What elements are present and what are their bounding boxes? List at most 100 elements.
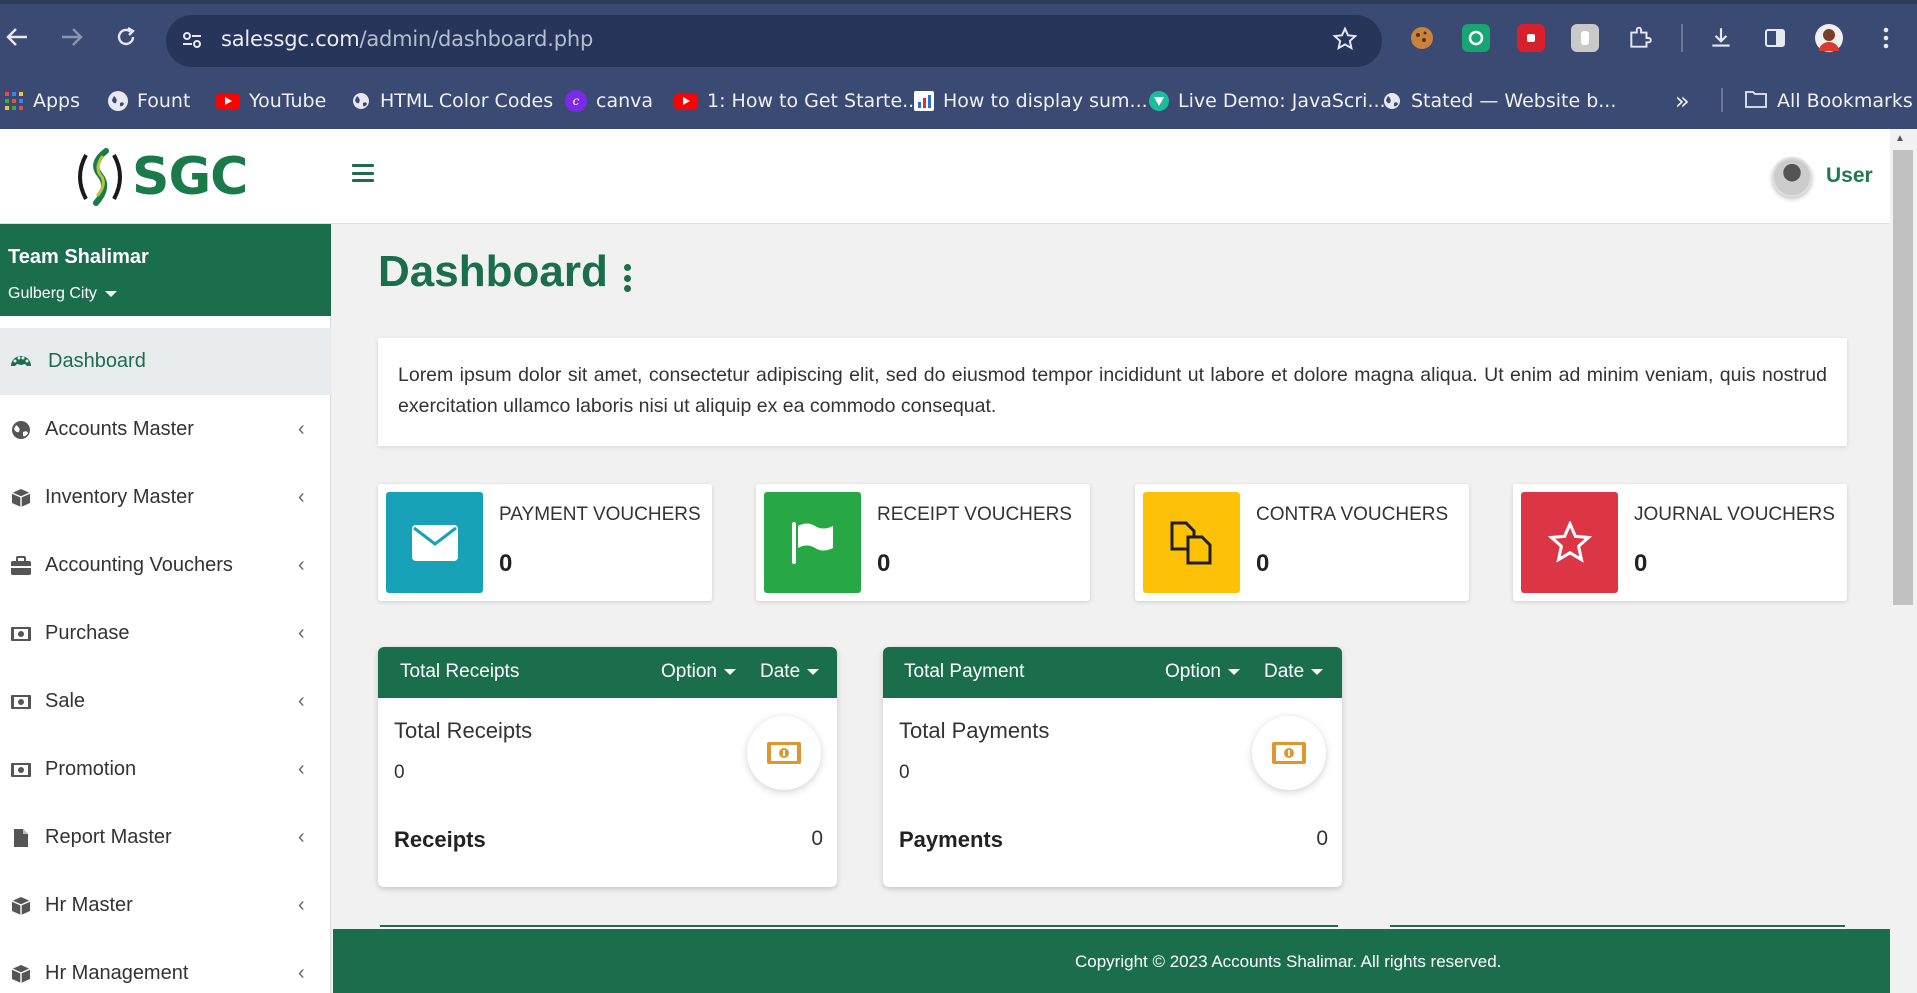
toolbar-divider — [1681, 24, 1683, 52]
option-label: Option — [661, 661, 717, 682]
bookmark-label: Live Demo: JavaScri... — [1178, 90, 1386, 112]
kebab-menu-icon[interactable] — [623, 264, 631, 292]
chevron-left-icon: ‹ — [298, 962, 305, 984]
sidebar-item-hr-management[interactable]: Hr Management ‹ — [0, 940, 331, 993]
scrollbar-thumb[interactable] — [1893, 150, 1913, 605]
url-path: /admin/dashboard.php — [359, 27, 594, 51]
site-settings-icon[interactable] — [180, 28, 204, 57]
bookmark-youtube[interactable]: YouTube — [216, 86, 326, 116]
all-bookmarks-button[interactable]: All Bookmarks — [1744, 86, 1913, 116]
card-footer-value: 0 — [1316, 827, 1328, 850]
date-dropdown[interactable]: Date — [1264, 661, 1324, 683]
page-title: Dashboard — [378, 247, 608, 296]
chevron-left-icon: ‹ — [298, 554, 305, 576]
caret-down-icon — [1227, 669, 1240, 675]
reload-icon[interactable] — [111, 22, 141, 52]
bookmark-label: 1: How to Get Starte... — [707, 90, 921, 112]
bookmark-how-to-display-sum[interactable]: How to display sum... — [914, 86, 1148, 116]
bookmark-label: canva — [596, 90, 654, 112]
url-text: salessgc.com/admin/dashboard.php — [221, 27, 593, 51]
bookmark-stated[interactable]: Stated — Website b... — [1382, 86, 1616, 116]
sidebar-item-sale[interactable]: Sale ‹ — [0, 668, 331, 735]
sidebar-item-purchase[interactable]: Purchase ‹ — [0, 600, 331, 667]
sgc-logo[interactable]: SGC — [72, 145, 248, 209]
card-footer-value: 0 — [811, 827, 823, 850]
download-icon[interactable] — [1707, 24, 1735, 52]
bookmark-how-to-get-started[interactable]: 1: How to Get Starte... — [674, 86, 920, 116]
scroll-up-arrow-icon[interactable]: ▲ — [1895, 133, 1905, 144]
bookmark-apps[interactable]: Apps — [4, 86, 80, 116]
record-extension-icon[interactable] — [1517, 24, 1545, 52]
cube-icon — [10, 487, 32, 509]
profile-avatar-icon[interactable] — [1815, 24, 1843, 52]
option-label: Option — [1165, 661, 1221, 682]
team-city-dropdown[interactable]: Gulberg City — [8, 285, 117, 303]
bookmark-canva[interactable]: c canva — [565, 86, 653, 116]
extensions-puzzle-icon[interactable] — [1626, 24, 1654, 52]
hamburger-menu-icon[interactable] — [352, 164, 374, 182]
copy-icon — [1143, 492, 1240, 593]
sidebar-item-accounts-master[interactable]: Accounts Master ‹ — [0, 396, 331, 463]
bookmark-html-color-codes[interactable]: HTML Color Codes — [351, 86, 553, 116]
touch-extension-icon[interactable] — [1571, 24, 1599, 52]
money-bill-icon — [10, 691, 32, 713]
globe-icon — [10, 419, 32, 441]
bookmark-fount[interactable]: Fount — [108, 86, 190, 116]
forward-icon[interactable] — [57, 22, 87, 52]
sidebar-item-promotion[interactable]: Promotion ‹ — [0, 736, 331, 803]
sidebar-item-label: Accounts Master — [45, 418, 194, 440]
payment-vouchers-box[interactable]: PAYMENT VOUCHERS 0 — [378, 484, 712, 601]
card-amount: 0 — [394, 762, 405, 783]
bookmark-star-icon[interactable] — [1332, 26, 1358, 57]
youtube-icon — [216, 92, 240, 110]
money-bill-icon — [747, 716, 821, 790]
chevron-left-icon: ‹ — [298, 486, 305, 508]
logo-text: SGC — [132, 147, 248, 207]
briefcase-icon — [10, 555, 32, 577]
footer-copyright: Copyright © 2023 Accounts Shalimar. All … — [1075, 952, 1502, 971]
caret-down-icon — [104, 291, 117, 297]
browser-menu-icon[interactable] — [1872, 24, 1900, 52]
bookmarks-overflow-button[interactable]: » — [1675, 86, 1690, 116]
info-box-value: 0 — [877, 550, 891, 577]
bookmark-label: Stated — Website b... — [1411, 90, 1617, 112]
sidebar-item-inventory-master[interactable]: Inventory Master ‹ — [0, 464, 331, 531]
money-bill-icon — [10, 759, 32, 781]
bookmark-live-demo[interactable]: Live Demo: JavaScri... — [1149, 86, 1386, 116]
bookmarks-divider — [1721, 88, 1723, 112]
back-icon[interactable] — [2, 22, 32, 52]
globe-icon — [108, 91, 128, 111]
chevron-left-icon: ‹ — [298, 826, 305, 848]
grammarly-extension-icon[interactable] — [1462, 24, 1490, 52]
receipt-vouchers-box[interactable]: RECEIPT VOUCHERS 0 — [756, 484, 1090, 601]
sidebar-item-report-master[interactable]: Report Master ‹ — [0, 804, 331, 871]
bookmark-label: Fount — [137, 90, 191, 112]
app-header — [0, 129, 1890, 224]
side-panel-icon[interactable] — [1761, 24, 1789, 52]
flag-icon — [764, 492, 861, 593]
cookie-extension-icon[interactable] — [1408, 24, 1436, 52]
caret-down-icon — [807, 669, 820, 675]
sidebar-item-hr-master[interactable]: Hr Master ‹ — [0, 872, 331, 939]
contra-vouchers-box[interactable]: CONTRA VOUCHERS 0 — [1135, 484, 1469, 601]
sidebar-item-accounting-vouchers[interactable]: Accounting Vouchers ‹ — [0, 532, 331, 599]
date-dropdown[interactable]: Date — [760, 661, 820, 683]
user-menu-label[interactable]: User — [1826, 164, 1873, 188]
journal-vouchers-box[interactable]: JOURNAL VOUCHERS 0 — [1513, 484, 1847, 601]
canva-icon: c — [565, 90, 587, 112]
sidebar-item-dashboard[interactable]: Dashboard — [0, 328, 331, 395]
bookmark-label: How to display sum... — [943, 90, 1148, 112]
info-box-value: 0 — [1256, 550, 1270, 577]
caret-down-icon — [1311, 669, 1324, 675]
info-box-label: CONTRA VOUCHERS — [1256, 504, 1449, 525]
option-dropdown[interactable]: Option — [1165, 661, 1240, 683]
sidebar-item-label: Report Master — [45, 826, 172, 848]
sidebar-item-label: Promotion — [45, 758, 137, 780]
option-dropdown[interactable]: Option — [661, 661, 736, 683]
money-bill-icon — [10, 623, 32, 645]
chevron-left-icon: ‹ — [298, 758, 305, 780]
chevron-left-icon: ‹ — [298, 690, 305, 712]
user-avatar[interactable] — [1772, 157, 1812, 197]
cube-icon — [10, 895, 32, 917]
info-box-label: PAYMENT VOUCHERS — [499, 504, 701, 525]
